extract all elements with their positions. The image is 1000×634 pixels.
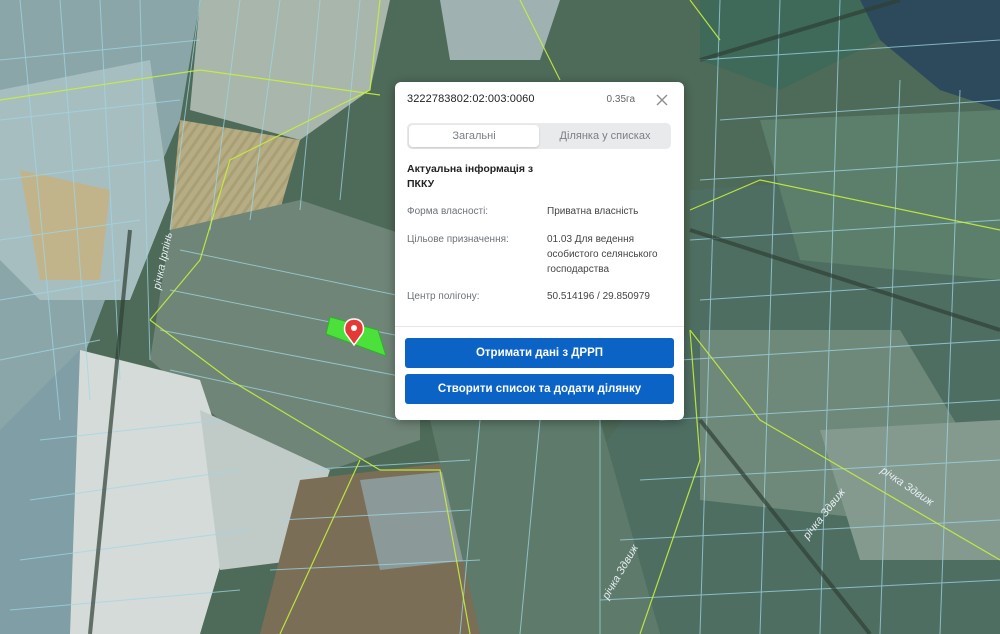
create-list-add-parcel-button[interactable]: Створити список та додати ділянку [405,374,674,404]
tab-general[interactable]: Загальні [409,125,539,147]
purpose-value: 01.03 Для ведення особистого селянського… [547,234,658,275]
tab-parcel-in-lists[interactable]: Ділянка у списках [541,125,669,147]
popup-header: 3222783802:02:003:0060 0.35га [407,92,672,112]
parcel-area: 0.35га [606,94,635,105]
purpose-label: Цільове призначення: [407,234,509,245]
polygon-center-value: 50.514196 / 29.850979 [547,291,650,302]
divider [395,326,684,327]
get-drrp-data-button[interactable]: Отримати дані з ДРРП [405,338,674,368]
ownership-value: Приватна власність [547,206,639,217]
polygon-center-label: Центр полігону: [407,291,480,302]
ownership-label: Форма власності: [407,206,489,217]
section-title: Актуальна інформація з ПККУ [407,163,534,190]
close-icon[interactable] [652,90,672,110]
popup-tabs: Загальні Ділянка у списках [407,123,671,149]
parcel-info-popup: 3222783802:02:003:0060 0.35га Загальні Д… [395,82,684,420]
cadastral-number: 3222783802:02:003:0060 [407,93,535,105]
